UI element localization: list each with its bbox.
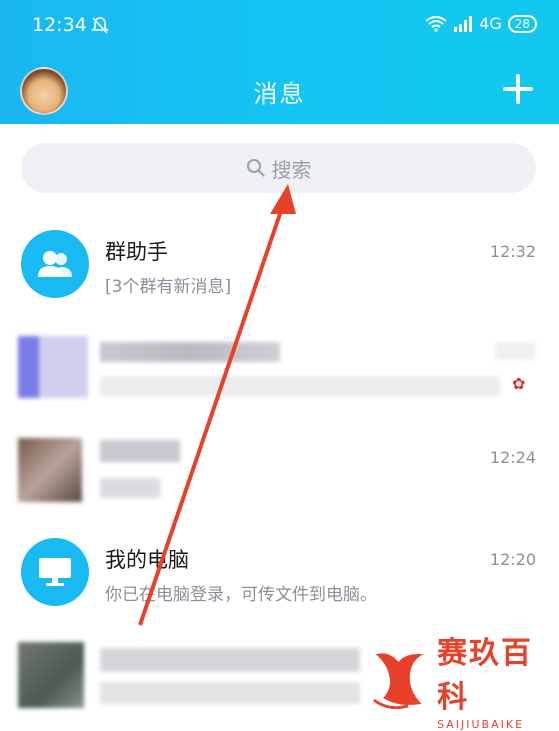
status-indicators: 4G 28 bbox=[425, 14, 537, 33]
chat-time: 12:20 bbox=[489, 550, 536, 569]
watermark: 赛玖百科 SAIJIUBAIKE bbox=[370, 628, 559, 731]
search-placeholder: 搜索 bbox=[271, 157, 312, 182]
chat-time: 12:24 bbox=[489, 448, 536, 467]
chat-preview: [3个群有新消息] bbox=[105, 277, 232, 297]
bell-muted-icon bbox=[91, 17, 109, 34]
list-item[interactable]: ✿ bbox=[0, 318, 559, 418]
blurred-time bbox=[495, 342, 535, 360]
monitor-icon bbox=[21, 538, 89, 606]
list-item[interactable]: 群助手 [3个群有新消息] 12:32 bbox=[0, 210, 559, 310]
list-item[interactable]: 我的电脑 你已在电脑登录，可传文件到电脑。 12:20 bbox=[0, 528, 559, 628]
chat-preview: 你已在电脑登录，可传文件到电脑。 bbox=[105, 585, 377, 605]
blurred-avatar bbox=[18, 642, 84, 708]
list-item[interactable]: 12:24 bbox=[0, 426, 559, 526]
watermark-logo-icon bbox=[372, 652, 424, 709]
blurred-name bbox=[100, 648, 360, 672]
blurred-preview bbox=[100, 478, 160, 498]
search-icon bbox=[246, 159, 265, 177]
add-plus-icon[interactable] bbox=[503, 74, 533, 104]
signal-icon bbox=[454, 15, 473, 32]
group-icon bbox=[21, 230, 89, 298]
blurred-preview bbox=[100, 376, 500, 396]
header-bar: 12:34 4G 28 消息 bbox=[0, 0, 559, 124]
blurred-name bbox=[100, 342, 280, 362]
wifi-icon bbox=[425, 15, 447, 32]
watermark-cn: 赛玖百科 bbox=[437, 636, 534, 715]
network-type: 4G bbox=[479, 14, 502, 33]
search-input[interactable]: 搜索 bbox=[21, 143, 536, 193]
blurred-preview bbox=[100, 682, 360, 704]
page-title: 消息 bbox=[253, 80, 306, 108]
blurred-avatar bbox=[18, 336, 88, 398]
rose-icon: ✿ bbox=[512, 374, 526, 393]
blurred-name bbox=[100, 440, 180, 462]
watermark-en: SAIJIUBAIKE bbox=[437, 718, 525, 731]
status-time: 12:34 bbox=[32, 14, 87, 36]
blurred-avatar bbox=[18, 438, 82, 502]
chat-name: 我的电脑 bbox=[105, 548, 189, 572]
chat-name: 群助手 bbox=[105, 240, 168, 264]
battery-indicator: 28 bbox=[507, 14, 537, 33]
chat-time: 12:32 bbox=[489, 242, 536, 261]
